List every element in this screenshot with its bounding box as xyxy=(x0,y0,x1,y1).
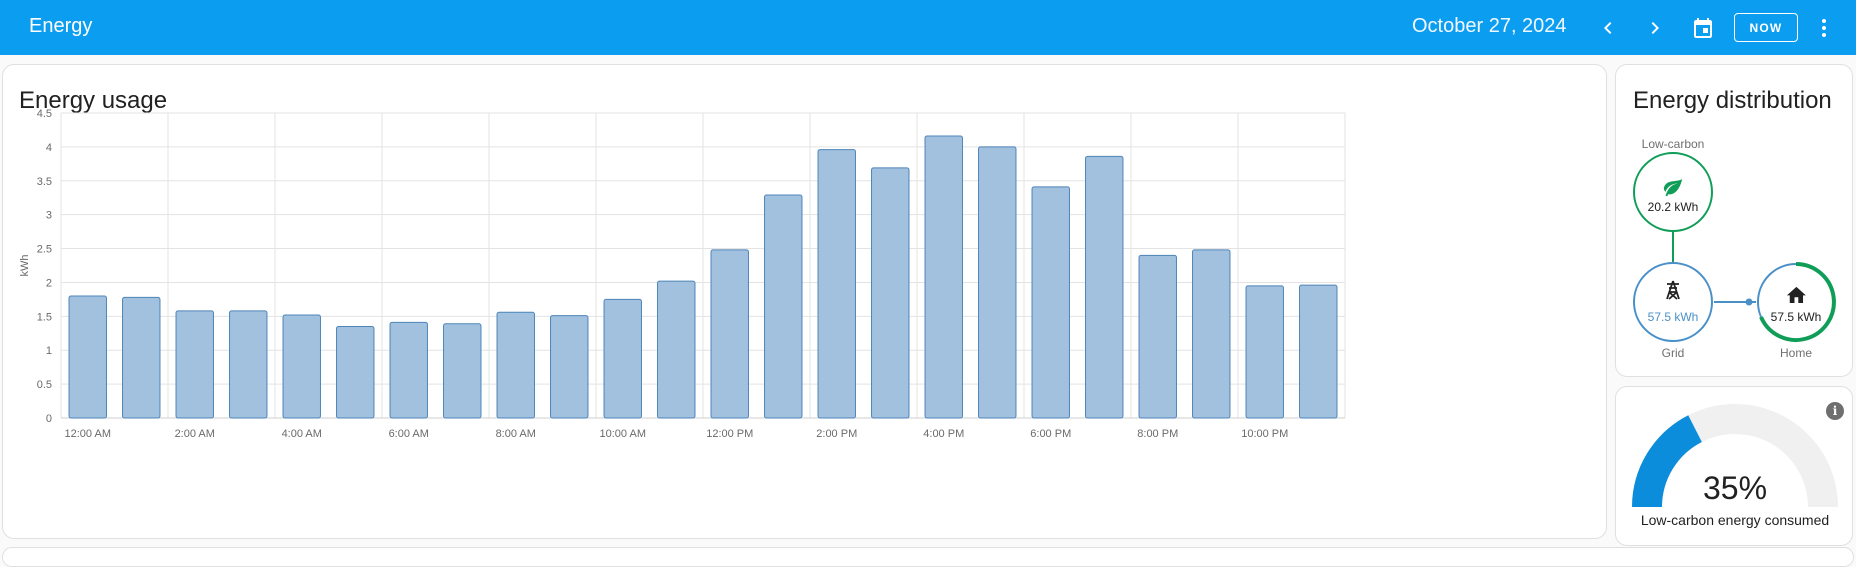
x-tick-label: 10:00 PM xyxy=(1241,428,1288,440)
y-axis-label: kWh xyxy=(19,255,31,277)
bar-8-00-am xyxy=(496,311,535,419)
x-tick-label: 8:00 AM xyxy=(496,428,536,440)
y-tick-label: 3 xyxy=(46,210,52,222)
energy-distribution-card: Energy distribution Low-carbon 20.2 kWh … xyxy=(1615,64,1853,377)
energy-usage-chart: 0 0.5 1 1.5 2 2.5 3 3.5 4 4.5 kWh 12:00 AM 2:00 AM 4:… xyxy=(19,108,1346,440)
chevron-left-icon xyxy=(1604,22,1612,34)
bar-1-00-am xyxy=(122,296,161,419)
bar-2-00-am xyxy=(175,310,214,419)
bar-10-00-am xyxy=(603,298,642,419)
date-display: October 27, 2024 xyxy=(1412,15,1567,37)
gauge-label: Low-carbon energy consumed xyxy=(1640,512,1830,528)
bar-3-00-pm xyxy=(871,167,910,419)
chevron-right-icon xyxy=(1651,22,1659,34)
y-tick-label: 0 xyxy=(46,413,52,425)
home-label: Home xyxy=(1779,346,1812,360)
y-tick-label: 2.5 xyxy=(37,244,52,256)
x-tick-label: 6:00 AM xyxy=(389,428,429,440)
bar-7-00-pm xyxy=(1085,155,1124,419)
bar-12-00-am xyxy=(68,295,107,419)
top-app-bar: Energy October 27, 2024 NOW xyxy=(0,0,1856,55)
bar-5-00-pm xyxy=(978,146,1017,419)
energy-usage-card: Energy usage 0 0.5 1 1.5 2 2.5 3 3.5 4 4.5 kWh 12:0… xyxy=(2,64,1607,539)
x-tick-label: 4:00 AM xyxy=(282,428,322,440)
bar-11-00-pm xyxy=(1299,284,1338,419)
grid-label: Grid xyxy=(1661,346,1685,360)
x-tick-label: 10:00 AM xyxy=(600,428,646,440)
bar-4-00-pm xyxy=(924,135,963,419)
bar-6-00-pm xyxy=(1031,186,1070,419)
low-carbon-gauge-card: 35% Low-carbon energy consumed i xyxy=(1615,386,1853,546)
x-tick-label: 12:00 PM xyxy=(706,428,753,440)
bar-8-00-pm xyxy=(1138,254,1177,419)
lower-card xyxy=(2,547,1854,567)
y-tick-label: 1 xyxy=(46,345,52,357)
next-day-button[interactable] xyxy=(1639,12,1671,44)
bar-12-00-pm xyxy=(710,249,749,419)
bar-5-00-am xyxy=(336,326,375,419)
distribution-diagram xyxy=(1633,152,1836,342)
bar-11-00-am xyxy=(657,280,696,419)
bar-3-00-am xyxy=(229,310,268,419)
x-tick-label: 4:00 PM xyxy=(923,428,964,440)
x-tick-label: 12:00 AM xyxy=(65,428,111,440)
flow-dot xyxy=(1745,298,1753,306)
bar-10-00-pm xyxy=(1245,285,1284,419)
info-icon[interactable]: i xyxy=(1826,402,1844,420)
calendar-icon xyxy=(1694,18,1712,38)
bar-1-00-pm xyxy=(764,194,803,419)
bar-4-00-am xyxy=(282,314,321,419)
x-tick-label: 2:00 AM xyxy=(175,428,215,440)
y-tick-label: 2 xyxy=(46,277,52,289)
page-title: Energy xyxy=(29,15,93,37)
y-tick-label: 4 xyxy=(46,142,52,154)
bar-9-00-pm xyxy=(1192,249,1231,419)
now-button[interactable]: NOW xyxy=(1734,13,1798,42)
low-carbon-label: Low-carbon xyxy=(1641,137,1705,151)
bar-7-00-am xyxy=(443,323,482,419)
previous-day-button[interactable] xyxy=(1592,12,1624,44)
y-tick-label: 3.5 xyxy=(37,176,52,188)
y-tick-label: 1.5 xyxy=(37,311,52,323)
x-tick-label: 8:00 PM xyxy=(1137,428,1178,440)
x-tick-label: 6:00 PM xyxy=(1030,428,1071,440)
dots-vertical-icon xyxy=(1822,19,1826,37)
bar-9-00-am xyxy=(550,315,589,419)
y-tick-label: 0.5 xyxy=(37,379,52,391)
gauge-value: 35% xyxy=(1702,470,1768,506)
more-options-button[interactable] xyxy=(1808,12,1840,44)
bar-2-00-pm xyxy=(817,149,856,419)
grid-node[interactable] xyxy=(1633,262,1713,342)
bar-6-00-am xyxy=(389,321,428,419)
y-tick-label: 4.5 xyxy=(37,108,52,120)
low-carbon-value: 20.2 kWh xyxy=(1647,200,1699,214)
date-picker-button[interactable] xyxy=(1687,12,1719,44)
home-value: 57.5 kWh xyxy=(1770,310,1822,324)
grid-value: 57.5 kWh xyxy=(1647,310,1699,324)
x-tick-label: 2:00 PM xyxy=(816,428,857,440)
